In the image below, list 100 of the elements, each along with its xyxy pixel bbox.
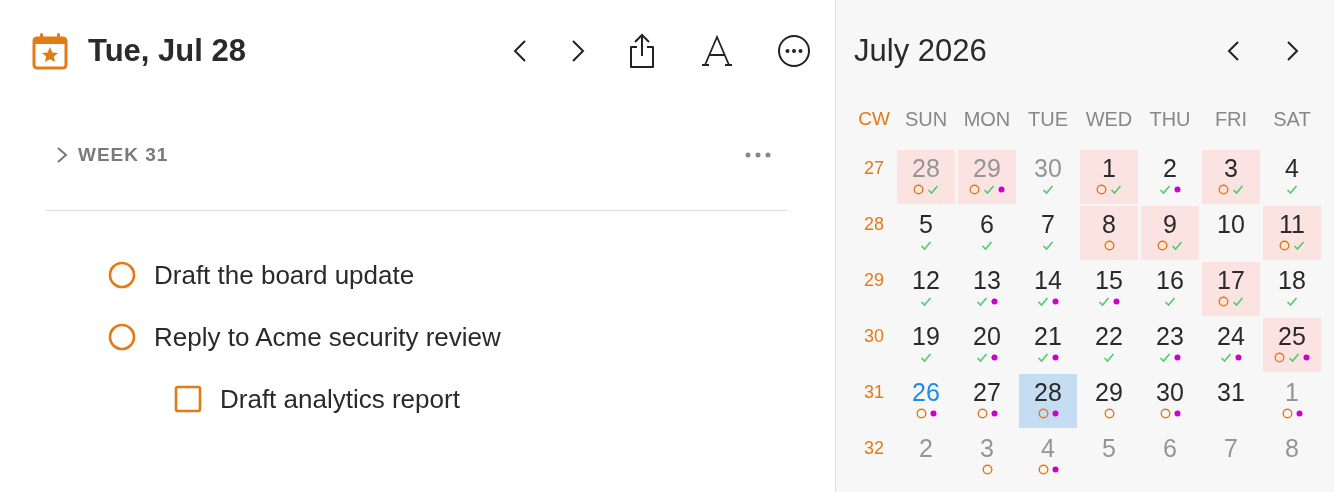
weekday-heading: THU: [1148, 108, 1192, 132]
day-cell[interactable]: 8: [1080, 206, 1138, 260]
day-number: 10: [1217, 210, 1245, 238]
day-number: 30: [1034, 154, 1062, 182]
day-cell[interactable]: 22: [1080, 318, 1138, 372]
weekday-heading: MON: [962, 108, 1012, 132]
day-cell[interactable]: 18: [1263, 262, 1321, 316]
event-dot-icon: [990, 409, 998, 417]
day-cell[interactable]: 17: [1202, 262, 1260, 316]
day-cell[interactable]: 19: [897, 318, 955, 372]
week-number: 32: [863, 437, 885, 459]
weekday-heading: FRI: [1213, 108, 1249, 132]
subtask-checkbox[interactable]: [174, 385, 202, 413]
previous-month-icon[interactable]: [1226, 39, 1240, 63]
day-cell[interactable]: 16: [1141, 262, 1199, 316]
day-number: 2: [1163, 154, 1177, 182]
share-icon[interactable]: [627, 33, 657, 69]
day-cell[interactable]: 4: [1263, 150, 1321, 204]
day-cell[interactable]: 21: [1019, 318, 1077, 372]
checkmark-icon: [920, 295, 932, 307]
chevron-icon[interactable]: [56, 146, 68, 164]
checkmark-icon: [1110, 183, 1122, 195]
day-cell[interactable]: 28: [1019, 374, 1077, 428]
day-cell[interactable]: 30: [1141, 374, 1199, 428]
event-dot-icon: [1303, 353, 1310, 361]
day-number: 3: [1224, 154, 1238, 182]
checkmark-icon: [1159, 183, 1171, 195]
day-number: 4: [1041, 434, 1055, 462]
open-task-marker-icon: [1037, 463, 1049, 475]
checkmark-icon: [1171, 239, 1183, 251]
day-number: 6: [1163, 434, 1177, 462]
event-dot-icon: [991, 353, 998, 361]
day-cell[interactable]: 9: [1141, 206, 1199, 260]
event-dot-icon: [1174, 185, 1181, 193]
previous-icon[interactable]: [513, 39, 527, 63]
more-icon[interactable]: [777, 34, 811, 68]
month-title: July 2026: [854, 33, 988, 69]
day-cell[interactable]: 12: [897, 262, 955, 316]
open-task-marker-icon: [1159, 407, 1171, 419]
week-number-heading: CW: [857, 108, 891, 130]
event-dot-icon: [1052, 353, 1059, 361]
day-cell[interactable]: 25: [1263, 318, 1321, 372]
checkmark-icon: [1293, 239, 1305, 251]
day-cell[interactable]: 24: [1202, 318, 1260, 372]
day-cell[interactable]: 2: [1141, 150, 1199, 204]
day-cell[interactable]: 27: [958, 374, 1016, 428]
next-icon[interactable]: [571, 39, 585, 63]
day-cell[interactable]: 20: [958, 318, 1016, 372]
event-dot-icon: [1235, 353, 1242, 361]
day-cell[interactable]: 15: [1080, 262, 1138, 316]
checkmark-icon: [1232, 295, 1244, 307]
day-cell[interactable]: 29: [1080, 374, 1138, 428]
open-task-marker-icon: [1274, 351, 1285, 363]
checkmark-icon: [927, 183, 939, 195]
open-task-marker-icon: [969, 183, 980, 195]
checkmark-icon: [1037, 295, 1049, 307]
day-number: 9: [1163, 210, 1177, 238]
date-title: Tue, Jul 28: [88, 33, 247, 69]
day-number: 20: [973, 322, 1001, 350]
day-number: 21: [1034, 322, 1062, 350]
day-cell[interactable]: 3: [1202, 150, 1260, 204]
week-label[interactable]: WEEK 31: [78, 144, 745, 166]
day-number: 18: [1278, 266, 1306, 294]
day-number: 8: [1102, 210, 1116, 238]
task-checkbox[interactable]: [108, 323, 136, 351]
calendar-star-icon: [32, 32, 68, 70]
event-dot-icon: [1174, 353, 1181, 361]
day-number: 23: [1156, 322, 1184, 350]
day-cell[interactable]: 13: [958, 262, 1016, 316]
event-dot-icon: [1051, 465, 1059, 473]
open-task-marker-icon: [1279, 239, 1290, 251]
day-cell[interactable]: 1: [1080, 150, 1138, 204]
font-icon[interactable]: [701, 35, 733, 67]
open-task-marker-icon: [1103, 239, 1115, 251]
task-title: Draft analytics report: [220, 383, 460, 415]
day-number: 15: [1095, 266, 1123, 294]
day-cell[interactable]: 11: [1263, 206, 1321, 260]
day-cell[interactable]: 31: [1202, 374, 1260, 428]
day-number: 26: [912, 378, 940, 406]
week-number: 29: [863, 269, 885, 291]
checkmark-icon: [1042, 183, 1054, 195]
weekday-heading: TUE: [1027, 108, 1069, 132]
day-cell[interactable]: 7: [1019, 206, 1077, 260]
day-number: 27: [973, 378, 1001, 406]
day-number: 22: [1095, 322, 1123, 350]
day-number: 1: [1102, 154, 1116, 182]
day-cell[interactable]: 6: [958, 206, 1016, 260]
day-cell[interactable]: 14: [1019, 262, 1077, 316]
checkmark-icon: [983, 183, 995, 195]
day-cell[interactable]: 5: [897, 206, 955, 260]
day-number: 19: [912, 322, 940, 350]
open-task-marker-icon: [1218, 183, 1229, 195]
day-number: 29: [1095, 378, 1123, 406]
day-cell[interactable]: 10: [1202, 206, 1260, 260]
task-checkbox[interactable]: [108, 261, 136, 289]
day-number: 12: [912, 266, 940, 294]
checkmark-icon: [1232, 183, 1244, 195]
next-month-icon[interactable]: [1286, 39, 1300, 63]
checkmark-icon: [1164, 295, 1176, 307]
day-cell[interactable]: 23: [1141, 318, 1199, 372]
